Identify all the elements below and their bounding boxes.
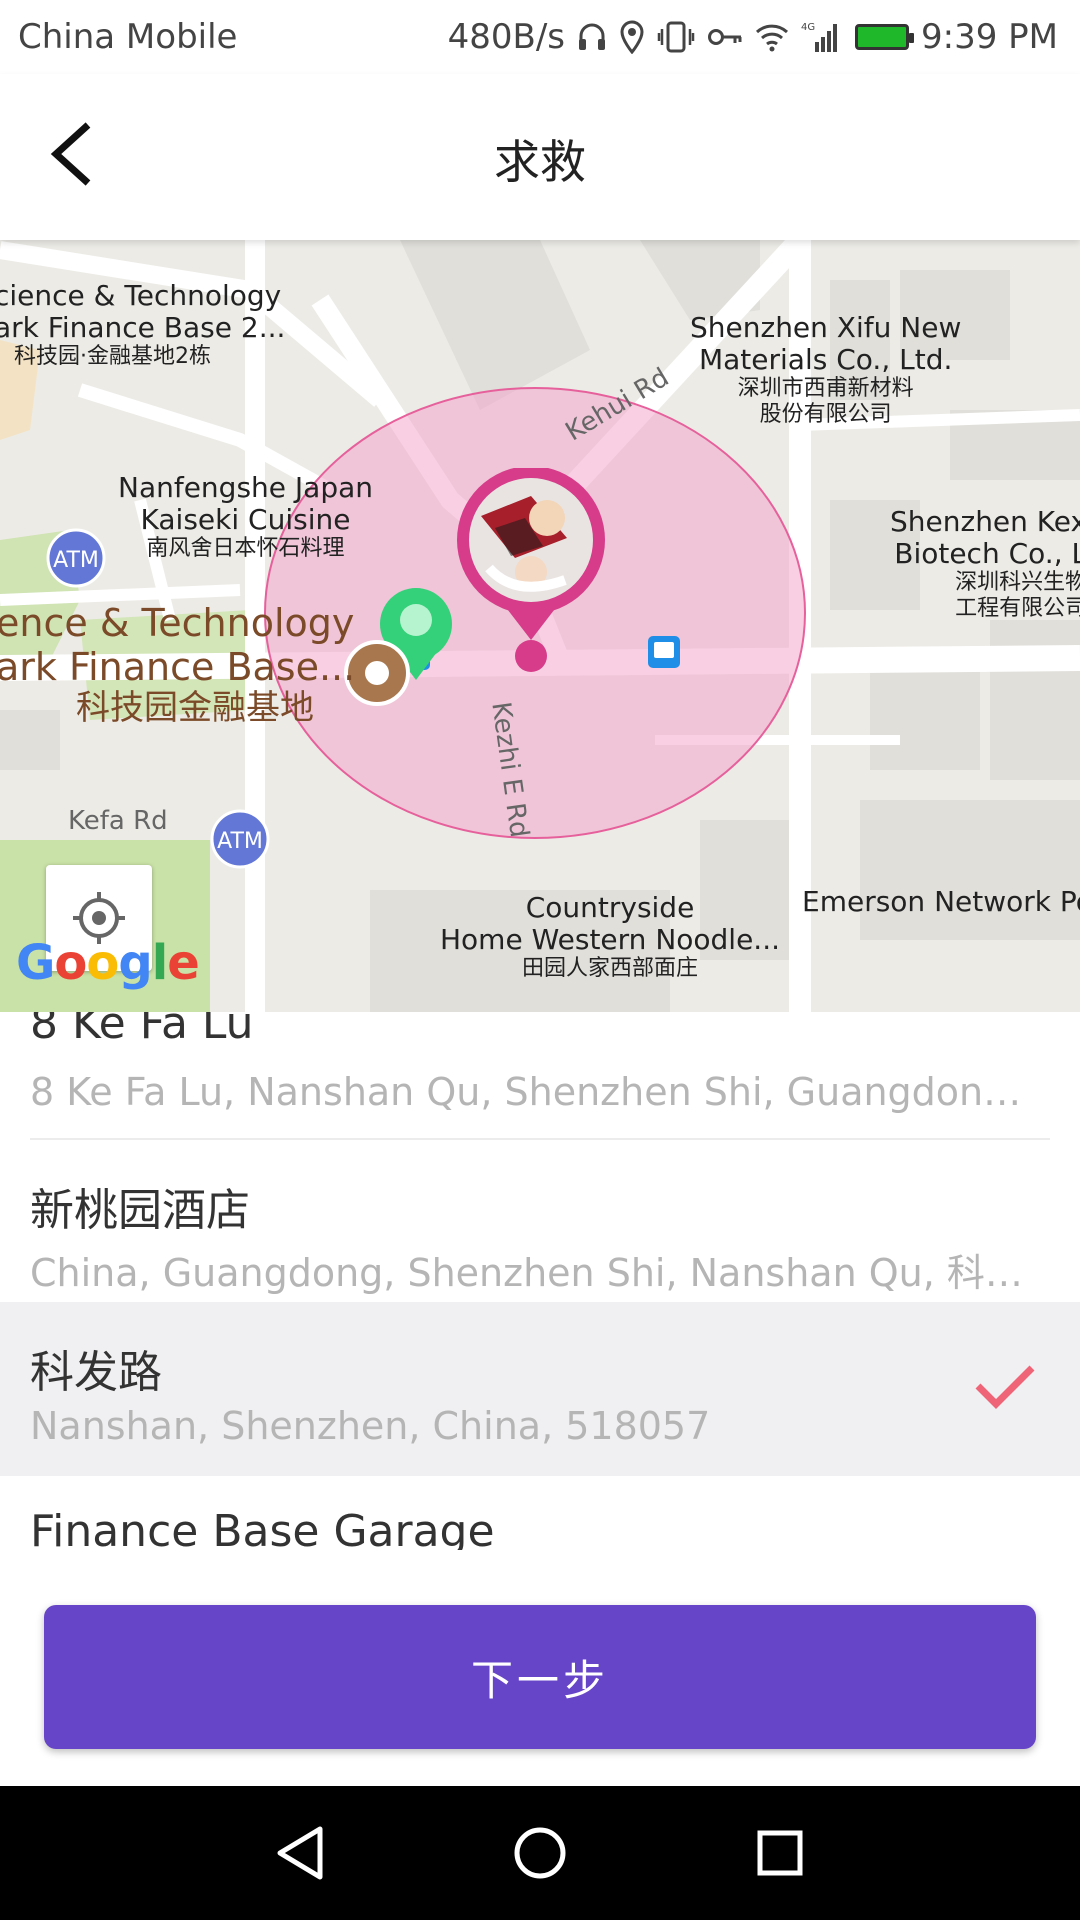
poi-label[interactable]: Shenzhen Kex Biotech Co., L 深圳科兴生物 工程有限公…	[890, 505, 1080, 621]
key-icon	[707, 25, 743, 49]
nav-back-button[interactable]	[265, 1818, 335, 1888]
vibrate-icon	[657, 21, 695, 53]
checkmark-icon	[975, 1365, 1035, 1409]
clock: 9:39 PM	[921, 17, 1058, 57]
status-icons: 480B/s 4G 9:39 PM	[448, 17, 1058, 57]
poi-label[interactable]: ence & Technology ark Finance Base... 科技…	[0, 601, 355, 728]
status-bar: China Mobile 480B/s 4G 9:39 PM	[0, 0, 1080, 74]
wifi-icon	[755, 22, 789, 52]
location-icon	[619, 20, 645, 54]
restaurant-marker-icon	[344, 640, 410, 706]
system-nav-bar	[0, 1786, 1080, 1920]
signal-icon: 4G	[801, 20, 843, 54]
poi-label[interactable]: cience & Technology ark Finance Base 2..…	[0, 279, 285, 370]
triangle-back-icon	[277, 1826, 323, 1880]
network-type: 4G	[801, 22, 815, 33]
next-step-button[interactable]: 下一步	[44, 1605, 1036, 1749]
network-speed: 480B/s	[447, 17, 565, 57]
poi-label[interactable]: Nanfengshe Japan Kaiseki Cuisine 南风舍日本怀石…	[118, 471, 373, 562]
nav-home-button[interactable]	[505, 1818, 575, 1888]
avatar-pin-icon	[457, 466, 605, 672]
svg-text:ATM: ATM	[217, 829, 263, 854]
poi-label[interactable]: Countryside Home Western Noodle... 田园人家西…	[440, 891, 780, 982]
square-recents-icon	[757, 1830, 803, 1876]
google-logo: Google	[16, 935, 200, 991]
list-item[interactable]: Finance Base Garage	[0, 1476, 1080, 1550]
map-view[interactable]: ATM ATM cience & Technology ark Finance …	[0, 240, 1080, 1012]
circle-home-icon	[514, 1827, 566, 1879]
place-address: China, Guangdong, Shenzhen Shi, Nanshan …	[30, 1251, 1040, 1295]
place-list[interactable]: 8 Ke Fa Lu 8 Ke Fa Lu, Nanshan Qu, Shenz…	[0, 1012, 1080, 1550]
place-address: Nanshan, Shenzhen, China, 518057	[30, 1404, 711, 1448]
place-name: Finance Base Garage	[30, 1506, 495, 1550]
poi-label[interactable]: Shenzhen Xifu New Materials Co., Ltd. 深圳…	[690, 311, 961, 427]
place-name: 8 Ke Fa Lu	[30, 1012, 254, 1049]
atm-icon: ATM	[210, 809, 270, 869]
poi-label[interactable]: Emerson Network Po	[802, 885, 1080, 918]
place-name: 科发路	[30, 1347, 162, 1398]
place-name: 新桃园酒店	[30, 1185, 250, 1236]
user-avatar-pin[interactable]	[455, 466, 607, 673]
app-bar: 求救	[0, 74, 1080, 240]
headphones-icon	[577, 21, 607, 53]
bus-stop-icon	[648, 636, 680, 668]
list-item[interactable]: 新桃园酒店 China, Guangdong, Shenzhen Shi, Na…	[0, 1140, 1080, 1314]
road-label: Kefa Rd	[68, 806, 168, 836]
place-address: 8 Ke Fa Lu, Nanshan Qu, Shenzhen Shi, Gu…	[30, 1070, 1040, 1114]
list-item-selected[interactable]: 科发路 Nanshan, Shenzhen, China, 518057	[0, 1302, 1080, 1476]
page-title: 求救	[494, 135, 586, 189]
battery-icon	[855, 24, 914, 50]
nav-recents-button[interactable]	[745, 1818, 815, 1888]
carrier-label: China Mobile	[18, 17, 238, 57]
svg-text:ATM: ATM	[53, 548, 99, 573]
atm-icon: ATM	[46, 528, 106, 588]
